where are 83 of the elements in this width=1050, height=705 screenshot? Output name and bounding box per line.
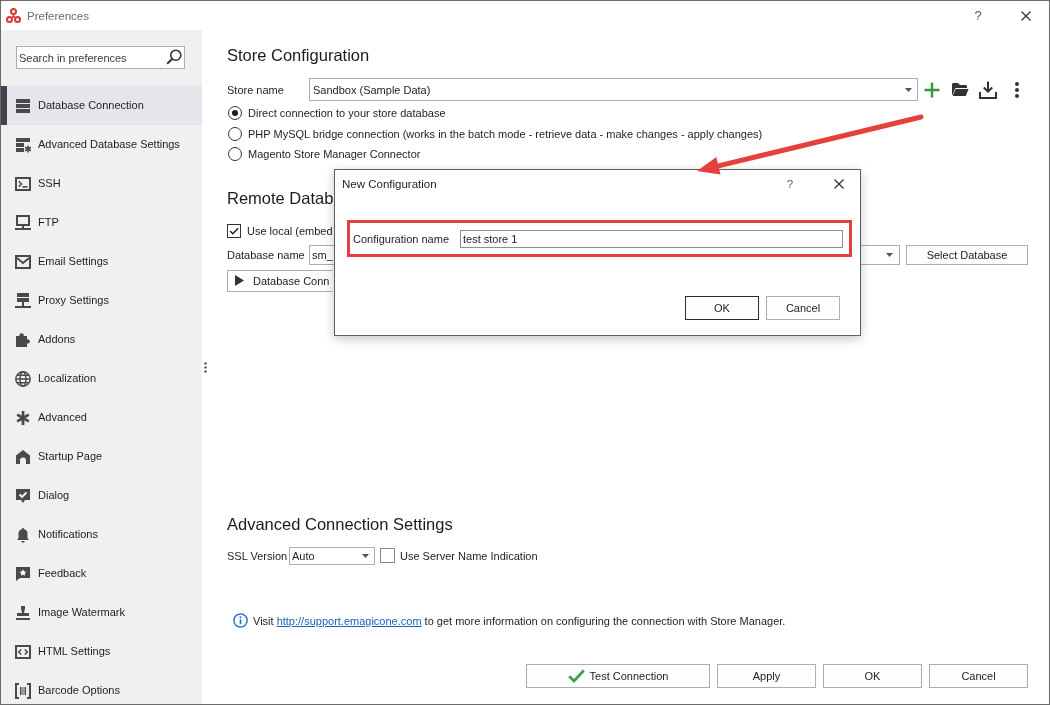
caret-icon	[886, 252, 893, 257]
dialog-title: New Configuration	[342, 178, 438, 190]
sidebar-item[interactable]: Addons	[1, 320, 202, 359]
network-monitor-icon	[15, 215, 31, 231]
field-label: SSL Version	[227, 549, 289, 562]
close-icon	[1021, 10, 1031, 21]
checkbox[interactable]	[227, 223, 241, 238]
sidebar-item[interactable]: Notifications	[1, 515, 202, 554]
help-button[interactable]: ?	[778, 173, 802, 195]
field-label: Store name	[227, 83, 285, 96]
radio-button[interactable]	[228, 106, 242, 121]
section-heading: Store Configuration	[227, 45, 370, 66]
asterisk-icon	[15, 410, 31, 426]
database-name-field[interactable]: sm_	[309, 244, 334, 265]
barcode-icon	[15, 683, 31, 699]
help-button[interactable]: ?	[963, 3, 993, 28]
store-name-dropdown[interactable]: Sandbox (Sample Data)	[309, 78, 918, 101]
app-logo-icon	[6, 8, 21, 23]
bell-icon	[15, 527, 31, 543]
sidebar-item[interactable]: HTML Settings	[1, 632, 202, 671]
globe-icon	[15, 371, 31, 387]
check-bubble-icon	[15, 488, 31, 504]
sidebar-item[interactable]: Startup Page	[1, 437, 202, 476]
sidebar-item[interactable]: SSH	[1, 164, 202, 203]
window-title: Preferences	[27, 9, 90, 22]
sidebar-item[interactable]: Advanced Database Settings	[1, 125, 202, 164]
checkbox[interactable]	[380, 548, 395, 563]
download-icon[interactable]	[979, 80, 997, 99]
expand-button[interactable]: Database Conn	[227, 269, 333, 292]
folder-icon[interactable]	[951, 82, 969, 97]
search-icon[interactable]	[166, 49, 182, 65]
radio-button[interactable]	[228, 147, 242, 162]
sidebar-item[interactable]: Localization	[1, 359, 202, 398]
sidebar-item[interactable]: Proxy Settings	[1, 281, 202, 320]
caret-icon	[362, 553, 369, 558]
check-icon	[567, 669, 585, 683]
plus-icon[interactable]	[924, 81, 940, 98]
section-heading: Remote Datab	[227, 187, 334, 209]
radio-label: Direct connection to your store database	[248, 107, 446, 120]
terminal-icon	[15, 176, 31, 192]
section-heading: Advanced Connection Settings	[227, 513, 453, 535]
puzzle-icon	[15, 332, 31, 348]
dropdown-button[interactable]	[861, 244, 900, 265]
checkbox-label: Use local (embed	[247, 224, 333, 237]
configuration-name-field[interactable]: test store 1	[460, 229, 843, 248]
apply-button[interactable]: Apply	[717, 664, 816, 688]
radio-button[interactable]	[228, 126, 242, 141]
checkbox-label: Use Server Name Indication	[400, 549, 538, 562]
ssl-version-dropdown[interactable]: Auto	[289, 546, 375, 565]
ok-button[interactable]: OK	[685, 296, 759, 320]
home-icon	[15, 449, 31, 465]
cancel-button[interactable]: Cancel	[929, 664, 1028, 688]
star-bubble-icon	[15, 566, 31, 582]
stamp-icon	[15, 605, 31, 621]
more-icon[interactable]	[1015, 81, 1019, 98]
select-database-button[interactable]: Select Database	[906, 244, 1028, 265]
sidebar-item[interactable]: Image Watermark	[1, 593, 202, 632]
sidebar-item[interactable]: Email Settings	[1, 242, 202, 281]
sidebar-item[interactable]: Barcode Options	[1, 671, 202, 704]
info-text: Visit http://support.emagicone.com to get more information on configuring the connection with Store Manager.	[253, 614, 786, 627]
sidebar-item[interactable]: FTP	[1, 203, 202, 242]
sidebar-item[interactable]: Feedback	[1, 554, 202, 593]
search-field[interactable]: Search in preferences	[16, 46, 185, 69]
radio-label: Magento Store Manager Connector	[248, 148, 421, 161]
sidebar-item[interactable]: Advanced	[1, 398, 202, 437]
network-server-icon	[15, 293, 31, 309]
sidebar-item[interactable]: Dialog	[1, 476, 202, 515]
radio-label: PHP MySQL bridge connection (works in the batch mode - retrieve data - make changes - apply changes)	[248, 127, 763, 140]
grip-icon[interactable]	[203, 361, 207, 373]
info-icon	[233, 613, 248, 628]
test-connection-button[interactable]: Test Connection	[526, 664, 710, 688]
field-label: Database name	[227, 248, 306, 261]
server-asterisk-icon	[15, 137, 31, 153]
ok-button[interactable]: OK	[823, 664, 922, 688]
support-link[interactable]: http://support.emagicone.com	[276, 614, 422, 627]
close-icon	[834, 179, 844, 189]
caret-icon	[905, 87, 912, 92]
sidebar-item[interactable]: Database Connection	[1, 86, 202, 125]
server-icon	[15, 98, 31, 114]
field-label: Configuration name	[353, 232, 450, 245]
cancel-button[interactable]: Cancel	[766, 296, 840, 320]
code-icon	[15, 644, 31, 660]
envelope-icon	[15, 254, 31, 270]
